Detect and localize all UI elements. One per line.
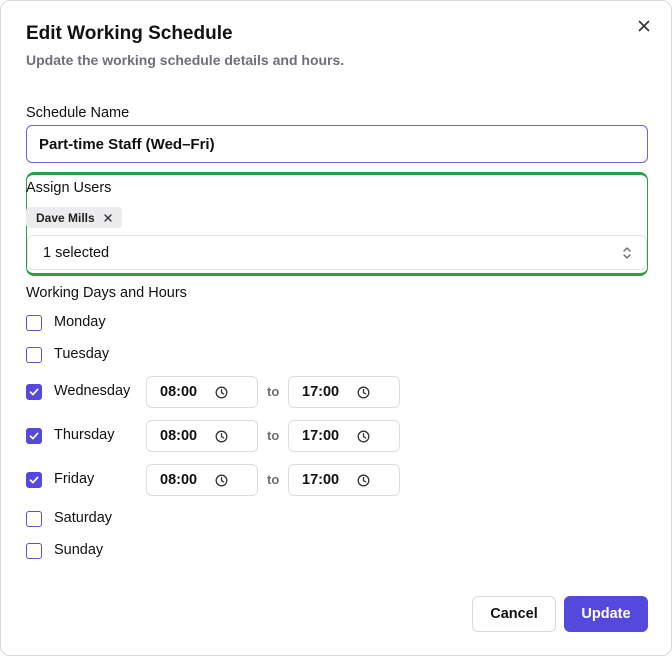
day-label-tuesday: Tuesday [54, 346, 110, 362]
checkbox-friday[interactable] [26, 472, 42, 488]
clock-icon [357, 474, 370, 487]
check-icon [29, 388, 39, 396]
end-time-value: 17:00 [302, 472, 340, 488]
day-label-thursday: Thursday [54, 427, 115, 443]
clock-icon [215, 386, 228, 399]
day-row-monday: Monday [26, 313, 426, 349]
select-value: 1 selected [43, 244, 110, 261]
schedule-name-label: Schedule Name [26, 105, 130, 121]
close-icon [638, 20, 650, 32]
day-row-sunday: Sunday [26, 541, 426, 577]
start-time-friday[interactable]: 08:00 [146, 464, 258, 496]
schedule-name-input[interactable] [26, 125, 648, 163]
end-time-friday[interactable]: 17:00 [288, 464, 400, 496]
edit-schedule-dialog: Edit Working Schedule Update the working… [0, 0, 672, 656]
start-time-wednesday[interactable]: 08:00 [146, 376, 258, 408]
day-row-saturday: Saturday [26, 509, 426, 545]
checkbox-sunday[interactable] [26, 543, 42, 559]
dialog-subtitle: Update the working schedule details and … [26, 52, 345, 68]
check-icon [29, 432, 39, 440]
working-days-label: Working Days and Hours [26, 285, 187, 301]
day-label-sunday: Sunday [54, 542, 104, 558]
user-chip-label: Dave Mills [36, 210, 95, 225]
dialog-title: Edit Working Schedule [26, 23, 233, 44]
clock-icon [215, 474, 228, 487]
clock-icon [357, 430, 370, 443]
checkbox-monday[interactable] [26, 315, 42, 331]
to-label: to [267, 472, 280, 487]
to-label: to [267, 384, 280, 399]
to-label: to [267, 428, 280, 443]
close-button[interactable] [635, 17, 653, 35]
remove-user-button[interactable] [104, 213, 112, 222]
end-time-value: 17:00 [302, 384, 340, 400]
close-icon [104, 213, 112, 222]
start-time-value: 08:00 [160, 428, 198, 444]
end-time-thursday[interactable]: 17:00 [288, 420, 400, 452]
clock-icon [357, 386, 370, 399]
clock-icon [215, 430, 228, 443]
day-label-friday: Friday [54, 471, 95, 487]
checkbox-saturday[interactable] [26, 511, 42, 527]
day-label-wednesday: Wednesday [54, 383, 131, 399]
day-label-saturday: Saturday [54, 510, 113, 526]
user-chip: Dave Mills [26, 207, 122, 228]
chevron-up-down-icon [623, 246, 631, 259]
checkbox-thursday[interactable] [26, 428, 42, 444]
start-time-thursday[interactable]: 08:00 [146, 420, 258, 452]
start-time-value: 08:00 [160, 472, 198, 488]
assign-users-select[interactable]: 1 selected [27, 235, 647, 270]
checkbox-wednesday[interactable] [26, 384, 42, 400]
day-label-monday: Monday [54, 314, 106, 330]
end-time-value: 17:00 [302, 428, 340, 444]
assign-users-label: Assign Users [26, 180, 112, 196]
end-time-wednesday[interactable]: 17:00 [288, 376, 400, 408]
cancel-button[interactable]: Cancel [472, 596, 556, 632]
start-time-value: 08:00 [160, 384, 198, 400]
checkbox-tuesday[interactable] [26, 347, 42, 363]
update-button[interactable]: Update [564, 596, 648, 632]
check-icon [29, 476, 39, 484]
